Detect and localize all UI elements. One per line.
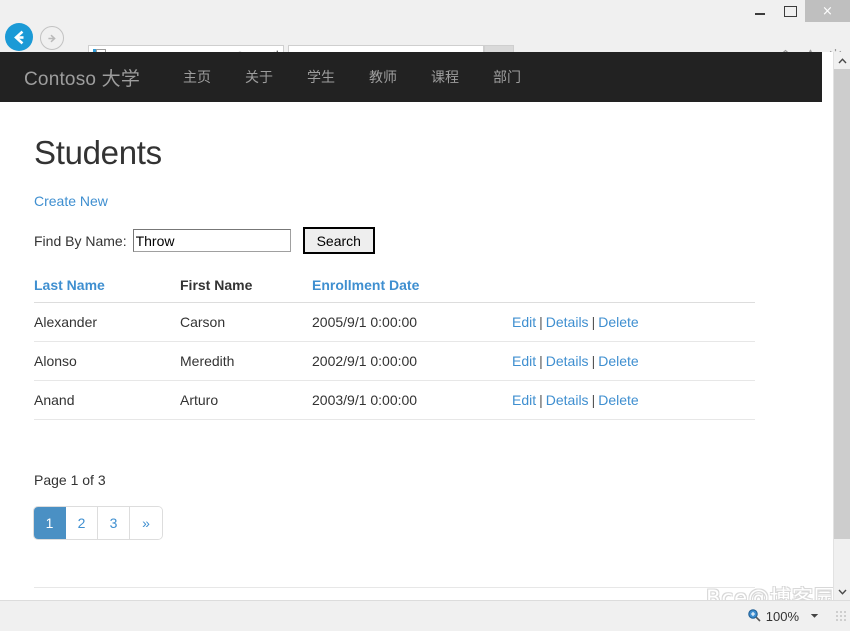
page-button-next[interactable]: » bbox=[130, 507, 162, 539]
browser-toolbar: http://localhost:40675, bbox=[0, 22, 850, 72]
back-arrow-icon bbox=[13, 30, 23, 44]
table-row: Alonso Meredith 2002/9/1 0:00:00 Edit | De… bbox=[34, 341, 755, 381]
details-link[interactable]: Details bbox=[546, 392, 589, 408]
resize-grip[interactable] bbox=[835, 610, 847, 622]
window-controls: × bbox=[745, 0, 850, 22]
nav-item-students[interactable]: 学生 bbox=[290, 67, 352, 87]
action-separator: | bbox=[591, 353, 596, 369]
table-header-row: Last Name First Name Enrollment Date bbox=[34, 277, 755, 303]
maximize-icon bbox=[783, 5, 797, 17]
cell-enrollment-date: 2005/9/1 0:00:00 bbox=[312, 302, 512, 342]
cell-first-name: Carson bbox=[180, 302, 312, 342]
page-title: Students bbox=[34, 134, 162, 171]
web-page: Contoso 大学 主页 关于 学生 教师 课程 部门 Students Cr… bbox=[0, 52, 822, 600]
zoom-level: 100% bbox=[765, 608, 799, 624]
footer-divider bbox=[34, 587, 755, 588]
pagination: 1 2 3 » bbox=[34, 507, 162, 539]
chevron-up-icon bbox=[837, 57, 847, 63]
pagination-info: Page 1 of 3 bbox=[34, 472, 106, 488]
sort-link-last-name[interactable]: Last Name bbox=[34, 277, 105, 293]
nav-item-instructors[interactable]: 教师 bbox=[352, 67, 414, 87]
zoom-caret-icon[interactable] bbox=[810, 611, 819, 621]
search-button[interactable]: Search bbox=[302, 227, 375, 254]
cell-first-name: Arturo bbox=[180, 380, 312, 420]
nav-item-departments[interactable]: 部门 bbox=[476, 67, 538, 87]
cell-actions: Edit | Details | Delete bbox=[512, 302, 755, 342]
minimize-icon bbox=[755, 13, 765, 15]
page-button-2[interactable]: 2 bbox=[66, 507, 98, 539]
title-bar: × bbox=[0, 0, 850, 22]
page-button-1[interactable]: 1 bbox=[34, 507, 66, 539]
chevron-down-icon bbox=[837, 589, 847, 595]
column-header-enrollment-date: Enrollment Date bbox=[312, 277, 512, 303]
nav-item-courses[interactable]: 课程 bbox=[414, 67, 476, 87]
edit-link[interactable]: Edit bbox=[512, 392, 536, 408]
browser-window: × Contoso 大学 主页 关于 学生 教师 课程 部门 Students … bbox=[0, 0, 850, 631]
search-label: Find By Name: bbox=[34, 232, 127, 249]
cell-actions: Edit | Details | Delete bbox=[512, 380, 755, 420]
action-separator: | bbox=[539, 392, 543, 408]
scroll-up-button[interactable] bbox=[834, 52, 850, 69]
scrollbar-track[interactable] bbox=[834, 69, 850, 583]
forward-button[interactable] bbox=[40, 26, 64, 50]
nav-item-about[interactable]: 关于 bbox=[228, 67, 290, 87]
cell-first-name: Meredith bbox=[180, 341, 312, 381]
page-button-3[interactable]: 3 bbox=[98, 507, 130, 539]
action-separator: | bbox=[591, 314, 596, 330]
search-form: Find By Name: Search bbox=[34, 227, 822, 254]
details-link[interactable]: Details bbox=[546, 353, 589, 369]
cell-enrollment-date: 2002/9/1 0:00:00 bbox=[312, 341, 512, 381]
site-navbar: Contoso 大学 主页 关于 学生 教师 课程 部门 bbox=[0, 52, 822, 102]
scrollbar-thumb[interactable] bbox=[834, 69, 850, 539]
site-brand[interactable]: Contoso 大学 bbox=[24, 64, 140, 91]
status-bar: 100% bbox=[0, 600, 850, 631]
close-button[interactable]: × bbox=[805, 0, 850, 22]
cell-enrollment-date: 2003/9/1 0:00:00 bbox=[312, 380, 512, 420]
column-header-first-name: First Name bbox=[180, 277, 312, 303]
delete-link[interactable]: Delete bbox=[598, 392, 638, 408]
table-row: Anand Arturo 2003/9/1 0:00:00 Edit | Detai… bbox=[34, 380, 755, 420]
delete-link[interactable]: Delete bbox=[598, 353, 638, 369]
site-nav-links: 主页 关于 学生 教师 课程 部门 bbox=[166, 67, 538, 87]
page-viewport: Contoso 大学 主页 关于 学生 教师 课程 部门 Students Cr… bbox=[0, 52, 850, 600]
action-separator: | bbox=[539, 314, 543, 330]
cell-last-name: Alexander bbox=[34, 302, 180, 342]
action-separator: | bbox=[539, 353, 543, 369]
column-header-actions bbox=[512, 277, 755, 303]
action-separator: | bbox=[591, 392, 596, 408]
table-body: Alexander Carson 2005/9/1 0:00:00 Edit | D… bbox=[34, 302, 755, 420]
zoom-control[interactable]: 100% bbox=[747, 608, 819, 625]
search-input[interactable] bbox=[132, 229, 291, 252]
students-table: Last Name First Name Enrollment Date Ale… bbox=[34, 277, 755, 420]
close-icon: × bbox=[822, 3, 833, 19]
delete-link[interactable]: Delete bbox=[598, 314, 638, 330]
scroll-down-button[interactable] bbox=[834, 583, 850, 600]
vertical-scrollbar[interactable] bbox=[833, 52, 850, 600]
edit-link[interactable]: Edit bbox=[512, 314, 536, 330]
back-button[interactable] bbox=[5, 23, 33, 51]
magnifier-icon bbox=[747, 608, 761, 625]
cell-last-name: Alonso bbox=[34, 341, 180, 381]
details-link[interactable]: Details bbox=[546, 314, 589, 330]
forward-arrow-icon bbox=[47, 34, 56, 42]
cell-actions: Edit | Details | Delete bbox=[512, 341, 755, 381]
minimize-button[interactable] bbox=[745, 0, 775, 22]
edit-link[interactable]: Edit bbox=[512, 353, 536, 369]
create-new-link[interactable]: Create New bbox=[34, 193, 822, 209]
column-header-last-name: Last Name bbox=[34, 277, 180, 303]
maximize-button[interactable] bbox=[775, 0, 805, 22]
nav-item-home[interactable]: 主页 bbox=[166, 67, 228, 87]
table-head: Last Name First Name Enrollment Date bbox=[34, 277, 755, 303]
cell-last-name: Anand bbox=[34, 380, 180, 420]
sort-link-enrollment-date[interactable]: Enrollment Date bbox=[312, 277, 419, 293]
table-row: Alexander Carson 2005/9/1 0:00:00 Edit | D… bbox=[34, 302, 755, 342]
